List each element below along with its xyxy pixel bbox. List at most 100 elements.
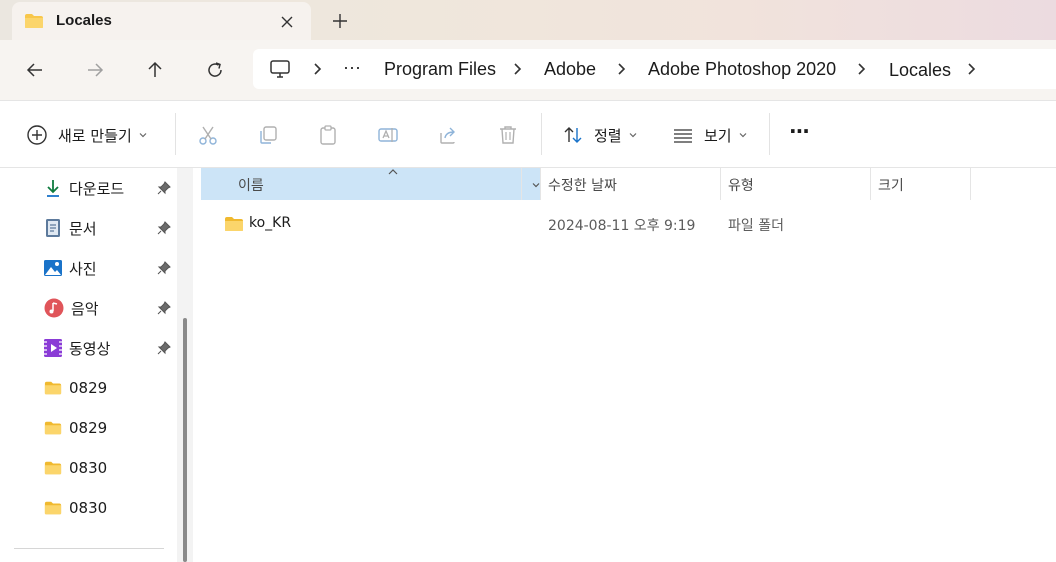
title-bar: Locales <box>0 0 1056 40</box>
breadcrumb-locales[interactable]: Locales <box>889 60 951 81</box>
pin-icon[interactable] <box>157 221 171 235</box>
folder-icon <box>44 501 62 515</box>
sidebar-item-label: 음악 <box>71 299 99 318</box>
back-button[interactable] <box>20 55 50 85</box>
sidebar-item-label: 문서 <box>69 219 97 238</box>
chevron-down-icon <box>629 133 637 138</box>
column-header-size[interactable]: 크기 <box>871 168 970 200</box>
sidebar-item-label: 사진 <box>69 259 97 278</box>
chevron-down-icon <box>739 133 747 138</box>
column-header-modified[interactable]: 수정한 날짜 <box>541 168 720 200</box>
pin-icon[interactable] <box>157 341 171 355</box>
breadcrumb-adobe[interactable]: Adobe <box>544 59 596 80</box>
column-header-label: 크기 <box>878 178 904 194</box>
new-label: 새로 만들기 <box>58 126 132 145</box>
sidebar-item-0829[interactable]: 0829 <box>44 376 107 400</box>
trash-icon <box>500 126 516 144</box>
column-header-type[interactable]: 유형 <box>721 168 870 200</box>
new-tab-icon[interactable] <box>330 11 350 31</box>
close-icon[interactable] <box>277 12 297 32</box>
cut-button[interactable] <box>197 123 219 147</box>
arrow-up-icon <box>148 61 162 77</box>
sidebar-item-documents[interactable]: 문서 <box>44 216 97 240</box>
chevron-right-icon[interactable] <box>311 61 325 77</box>
sort-ascending-icon <box>388 169 398 175</box>
navigation-pane: 다운로드 문서 사진 음악 동영상 0829 0829 0830 0830 <box>0 168 193 562</box>
sidebar-item-0829[interactable]: 0829 <box>44 416 107 440</box>
navigation-bar: ··· Program Files Adobe Adobe Photoshop … <box>0 40 1056 101</box>
chevron-right-icon[interactable] <box>615 61 629 77</box>
folder-icon <box>44 461 62 475</box>
up-button[interactable] <box>140 55 170 85</box>
more-options-button[interactable]: ··· <box>789 119 810 143</box>
folder-icon <box>25 14 43 28</box>
chevron-right-icon[interactable] <box>511 61 525 77</box>
sidebar-item-label: 0830 <box>69 499 108 517</box>
pin-icon[interactable] <box>157 181 171 195</box>
separator <box>769 113 770 155</box>
delete-button[interactable] <box>497 123 519 147</box>
column-header-name[interactable]: 이름 <box>201 168 541 200</box>
sidebar-item-videos[interactable]: 동영상 <box>44 336 110 360</box>
forward-button[interactable] <box>80 55 110 85</box>
sort-icon <box>564 127 582 143</box>
sort-button[interactable]: 정렬 <box>562 123 638 147</box>
sidebar-item-0830[interactable]: 0830 <box>44 496 107 520</box>
sidebar-item-label: 0830 <box>69 459 108 477</box>
column-header-label: 이름 <box>238 178 264 194</box>
sidebar-item-label: 0829 <box>69 379 108 397</box>
sidebar-scrollbar-thumb[interactable] <box>183 318 187 562</box>
share-button[interactable] <box>437 123 459 147</box>
computer-icon <box>270 60 290 78</box>
plus-circle-icon <box>27 125 47 145</box>
chevron-right-icon[interactable] <box>965 61 979 77</box>
view-button[interactable]: 보기 <box>672 123 748 147</box>
paste-button[interactable] <box>317 123 339 147</box>
pin-icon[interactable] <box>157 301 171 315</box>
file-type: 파일 폴더 <box>728 218 784 234</box>
pin-icon[interactable] <box>157 261 171 275</box>
new-button[interactable]: 새로 만들기 <box>26 123 148 147</box>
sidebar-item-pictures[interactable]: 사진 <box>44 256 97 280</box>
breadcrumb-ellipsis[interactable]: ··· <box>343 57 361 78</box>
scissors-icon <box>199 126 217 145</box>
sidebar-item-label: 동영상 <box>69 339 111 358</box>
table-row[interactable]: ko_KR 2024-08-11 오후 9:19 파일 폴더 <box>201 208 1056 240</box>
breadcrumb-program-files[interactable]: Program Files <box>384 59 496 80</box>
separator <box>175 113 176 155</box>
sidebar-item-downloads[interactable]: 다운로드 <box>44 176 124 200</box>
folder-icon <box>44 421 62 435</box>
folder-icon <box>225 217 243 231</box>
chevron-right-icon[interactable] <box>855 61 869 77</box>
column-divider[interactable] <box>521 168 522 200</box>
address-bar[interactable]: ··· Program Files Adobe Adobe Photoshop … <box>253 49 1056 89</box>
download-icon <box>47 180 59 197</box>
more-icon: ··· <box>789 119 810 143</box>
rename-button[interactable] <box>377 123 399 147</box>
clipboard-icon <box>320 125 336 145</box>
pictures-icon <box>44 260 62 276</box>
tab-locales[interactable]: Locales <box>12 2 311 40</box>
column-header-label: 수정한 날짜 <box>548 178 617 194</box>
arrow-right-icon <box>88 63 104 77</box>
breadcrumb-adobe-photoshop-2020[interactable]: Adobe Photoshop 2020 <box>648 59 836 80</box>
sidebar-item-music[interactable]: 음악 <box>44 296 99 320</box>
rename-icon <box>378 128 398 142</box>
column-divider[interactable] <box>970 168 971 200</box>
sidebar-divider <box>14 548 164 549</box>
tab-title: Locales <box>56 12 112 29</box>
separator <box>541 113 542 155</box>
refresh-button[interactable] <box>200 55 230 85</box>
sidebar-item-label: 다운로드 <box>69 179 125 198</box>
copy-button[interactable] <box>257 123 279 147</box>
chevron-down-icon <box>139 133 147 138</box>
music-icon <box>44 298 64 318</box>
videos-icon <box>44 339 62 357</box>
sidebar-item-label: 0829 <box>69 419 108 437</box>
sidebar-item-0830[interactable]: 0830 <box>44 456 107 480</box>
view-label: 보기 <box>704 126 732 145</box>
sort-label: 정렬 <box>594 126 622 145</box>
column-header-label: 유형 <box>728 178 754 194</box>
arrow-left-icon <box>26 63 42 77</box>
command-bar: 새로 만들기 정렬 보기 ··· <box>0 101 1056 168</box>
